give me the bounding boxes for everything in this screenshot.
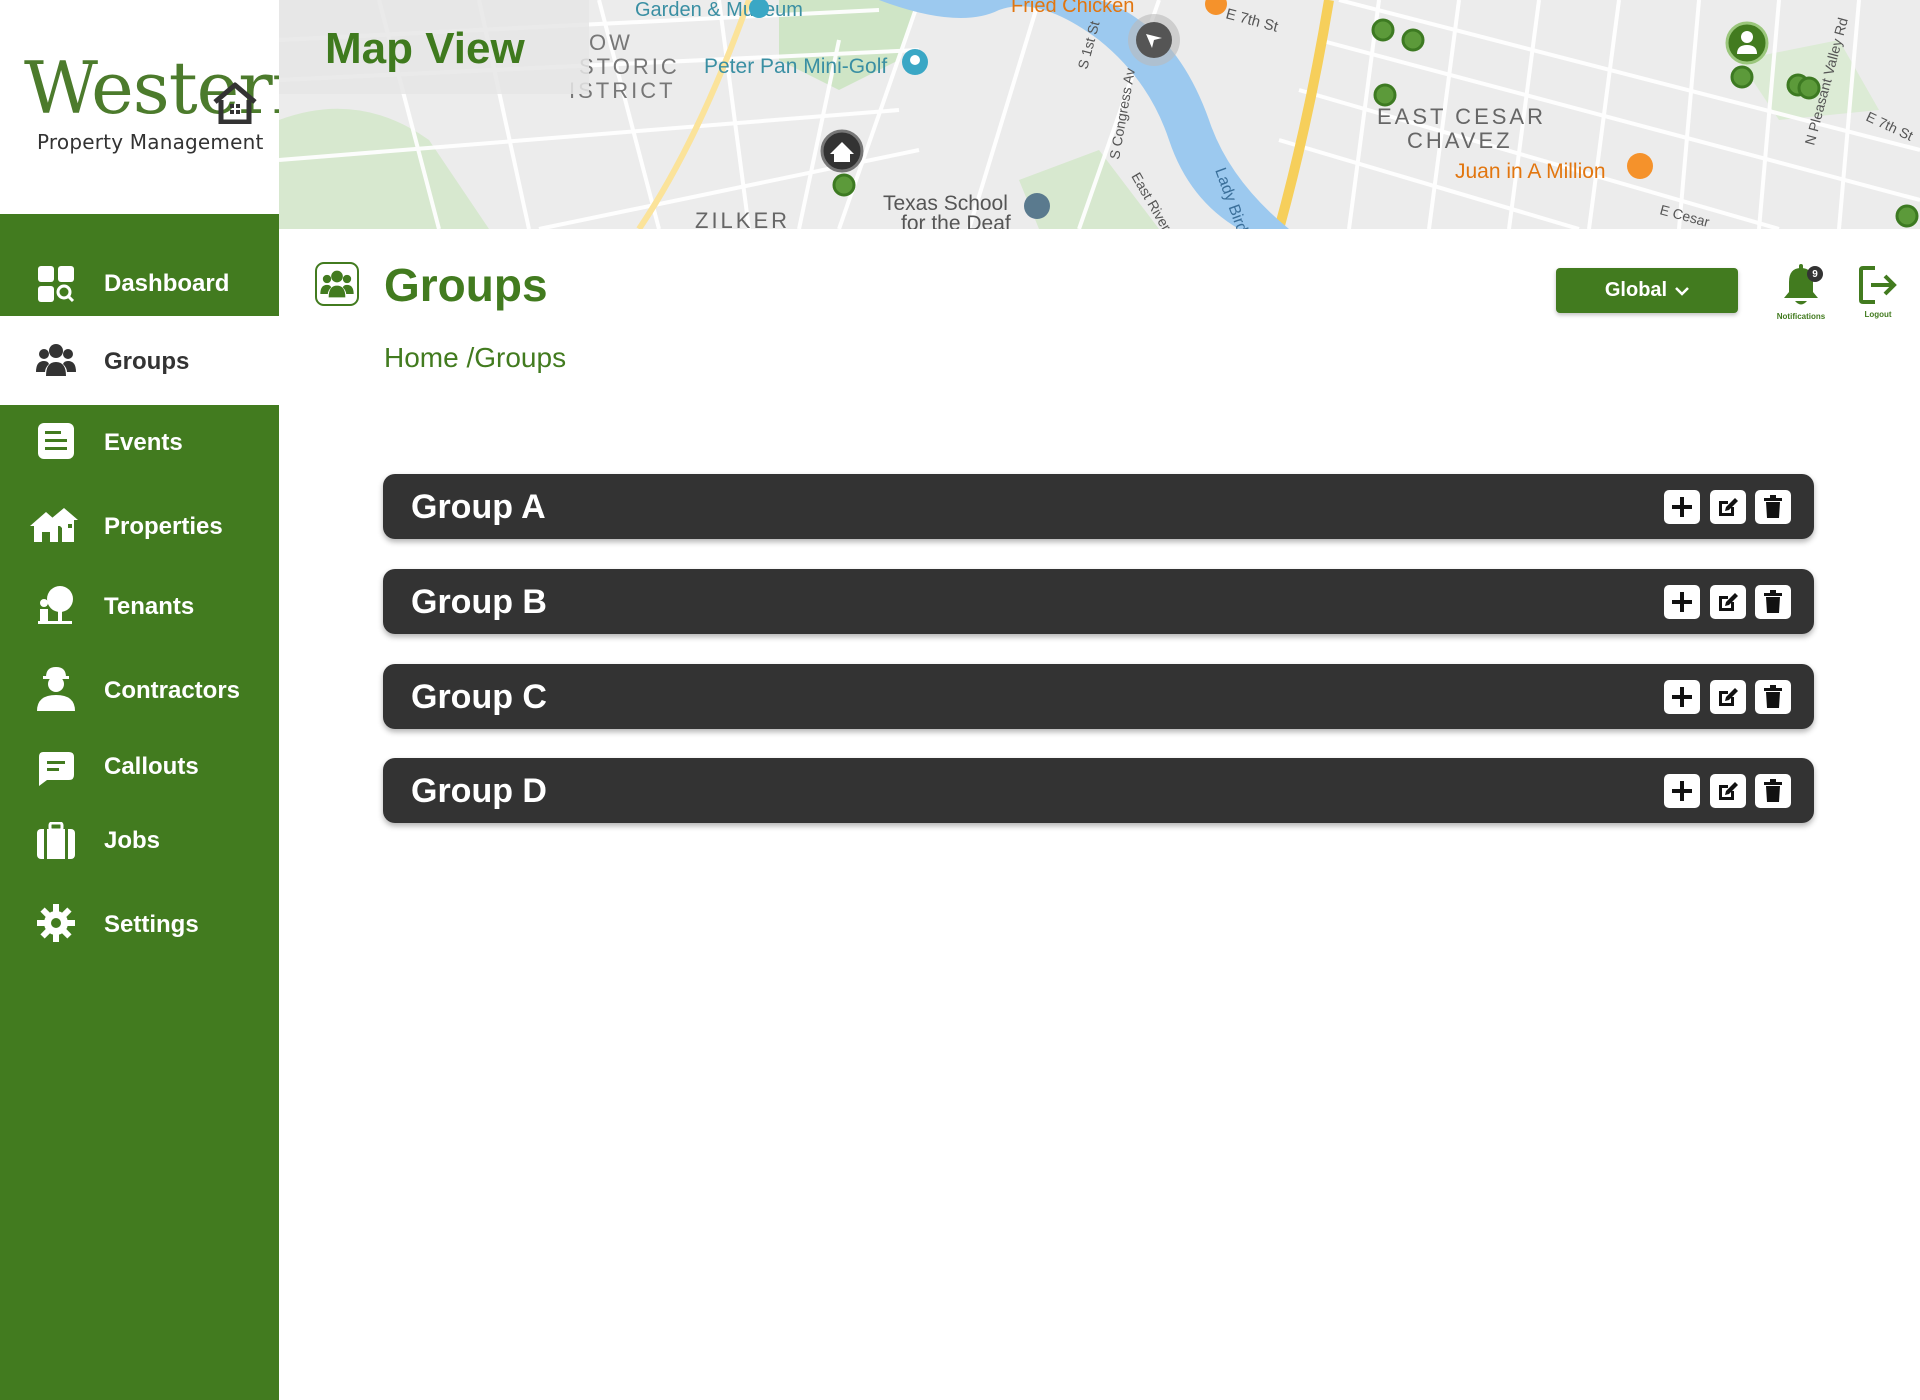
groups-icon <box>315 262 359 306</box>
edit-icon <box>1716 495 1740 519</box>
trash-icon <box>1763 590 1783 614</box>
app-root: Western Property Management Dashboard Gr… <box>0 0 1920 1400</box>
map-label: STORIC <box>579 54 680 79</box>
sidebar-item-label: Settings <box>104 911 199 938</box>
delete-button[interactable] <box>1755 490 1791 524</box>
delete-button[interactable] <box>1755 585 1791 619</box>
map-label: Peter Pan Mini-Golf <box>704 55 887 78</box>
map-label: OW <box>589 30 633 55</box>
dashboard-icon <box>36 264 76 304</box>
map-label: ZILKER <box>695 208 790 229</box>
notifications-caption: Notifications <box>1776 312 1826 321</box>
sidebar-item-label: Dashboard <box>104 270 230 297</box>
map-label: EAST CESAR <box>1377 104 1546 129</box>
sidebar-item-dashboard[interactable]: Dashboard <box>0 214 279 316</box>
map-label: CHAVEZ <box>1407 128 1513 153</box>
logo-subtitle: Property Management <box>37 130 264 154</box>
message-icon <box>36 749 76 789</box>
group-row[interactable]: Group C <box>383 664 1814 729</box>
map-view[interactable]: Garden & Museum Fried Chicken E 7th St O… <box>279 0 1920 229</box>
group-row[interactable]: Group A <box>383 474 1814 539</box>
chevron-down-icon <box>1675 286 1689 296</box>
sidebar-item-label: Properties <box>104 513 223 540</box>
edit-icon <box>1716 685 1740 709</box>
sidebar-item-label: Jobs <box>104 827 161 854</box>
sidebar-item-label: Tenants <box>104 593 195 620</box>
plus-icon <box>1671 780 1693 802</box>
plus-icon <box>1671 496 1693 518</box>
trash-icon <box>1763 779 1783 803</box>
sidebar-item-jobs[interactable]: Jobs <box>0 805 279 881</box>
sidebar-item-label: Callouts <box>104 753 199 780</box>
logo-wordmark: Western <box>24 46 318 130</box>
briefcase-icon <box>36 821 76 861</box>
breadcrumb[interactable]: Home /Groups <box>384 342 566 374</box>
delete-button[interactable] <box>1755 680 1791 714</box>
sidebar-item-tenants[interactable]: Tenants <box>0 567 279 649</box>
group-name: Group C <box>411 678 547 716</box>
delete-button[interactable] <box>1755 774 1791 808</box>
sidebar-item-groups[interactable]: Groups <box>0 316 279 405</box>
group-name: Group A <box>411 488 546 526</box>
sidebar: Western Property Management Dashboard Gr… <box>0 0 318 1400</box>
map-label: Fried Chicken <box>1011 0 1134 17</box>
sidebar-item-contractors[interactable]: Contractors <box>0 649 279 733</box>
house-logo-icon <box>213 82 257 124</box>
map-title: Map View <box>325 24 525 73</box>
map-label: Garden & Museum <box>635 0 803 21</box>
users-icon <box>36 340 76 380</box>
edit-icon <box>1716 779 1740 803</box>
group-name: Group B <box>411 583 547 621</box>
scope-dropdown-label: Global <box>1604 279 1668 301</box>
tenant-icon <box>36 585 76 625</box>
edit-button[interactable] <box>1710 490 1746 524</box>
plus-icon <box>1671 686 1693 708</box>
sidebar-item-label: Events <box>104 429 183 456</box>
scope-dropdown[interactable]: Global <box>1556 268 1738 313</box>
houses-icon <box>30 505 78 545</box>
plus-icon <box>1671 591 1693 613</box>
sidebar-item-label: Contractors <box>104 677 241 704</box>
add-button[interactable] <box>1664 585 1700 619</box>
group-row[interactable]: Group B <box>383 569 1814 634</box>
edit-button[interactable] <box>1710 774 1746 808</box>
sidebar-item-callouts[interactable]: Callouts <box>0 733 279 805</box>
logout-caption: Logout <box>1864 310 1892 319</box>
notifications-button[interactable]: 9 Notifications <box>1766 264 1836 321</box>
hard-hat-worker-icon <box>36 665 76 711</box>
edit-button[interactable] <box>1710 585 1746 619</box>
logout-button[interactable]: Logout <box>1843 264 1913 319</box>
edit-icon <box>1716 590 1740 614</box>
group-name: Group D <box>411 772 547 810</box>
group-row[interactable]: Group D <box>383 758 1814 823</box>
sidebar-item-settings[interactable]: Settings <box>0 881 279 967</box>
page-title: Groups <box>384 259 548 311</box>
trash-icon <box>1763 685 1783 709</box>
map-label: Juan in A Million <box>1455 160 1606 183</box>
gear-icon <box>36 903 76 943</box>
add-button[interactable] <box>1664 680 1700 714</box>
document-icon <box>36 421 76 461</box>
notification-count-badge: 9 <box>1807 266 1823 282</box>
sidebar-item-properties[interactable]: Properties <box>0 485 279 567</box>
sidebar-item-events[interactable]: Events <box>0 405 279 485</box>
add-button[interactable] <box>1664 490 1700 524</box>
add-button[interactable] <box>1664 774 1700 808</box>
logo[interactable]: Western Property Management <box>0 0 318 214</box>
sidebar-item-label: Groups <box>104 348 190 375</box>
logout-icon <box>1859 266 1897 304</box>
trash-icon <box>1763 495 1783 519</box>
edit-button[interactable] <box>1710 680 1746 714</box>
map-label: for the Deaf <box>901 212 1011 229</box>
